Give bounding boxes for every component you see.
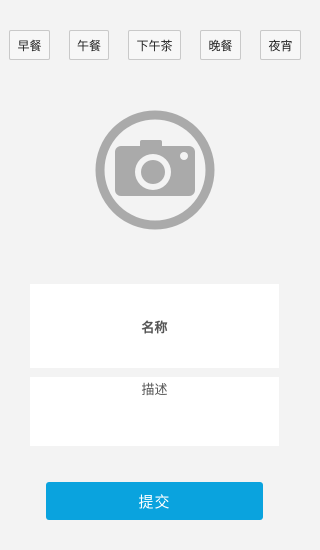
meal-button-late-night-snack[interactable]: 夜宵 (260, 30, 301, 60)
meal-button-lunch[interactable]: 午餐 (69, 30, 109, 60)
photo-picker[interactable] (95, 110, 215, 230)
description-field[interactable]: 描述 (30, 377, 279, 446)
meal-button-breakfast[interactable]: 早餐 (9, 30, 50, 60)
description-field-label: 描述 (141, 383, 168, 398)
meal-category-bar: 早餐 午餐 下午茶 晚餐 夜宵 (0, 30, 309, 60)
meal-button-label: 午餐 (76, 38, 101, 53)
name-field[interactable]: 名称 (30, 284, 279, 368)
meal-button-label: 下午茶 (136, 38, 173, 53)
meal-button-label: 夜宵 (268, 38, 293, 53)
submit-button-label: 提交 (138, 492, 171, 511)
meal-button-label: 早餐 (17, 38, 42, 53)
name-field-label: 名称 (141, 320, 168, 336)
submit-button[interactable]: 提交 (46, 482, 263, 520)
camera-icon (95, 110, 215, 230)
meal-button-afternoon-tea[interactable]: 下午茶 (128, 30, 181, 60)
meal-button-label: 晚餐 (208, 38, 233, 53)
meal-button-dinner[interactable]: 晚餐 (200, 30, 241, 60)
